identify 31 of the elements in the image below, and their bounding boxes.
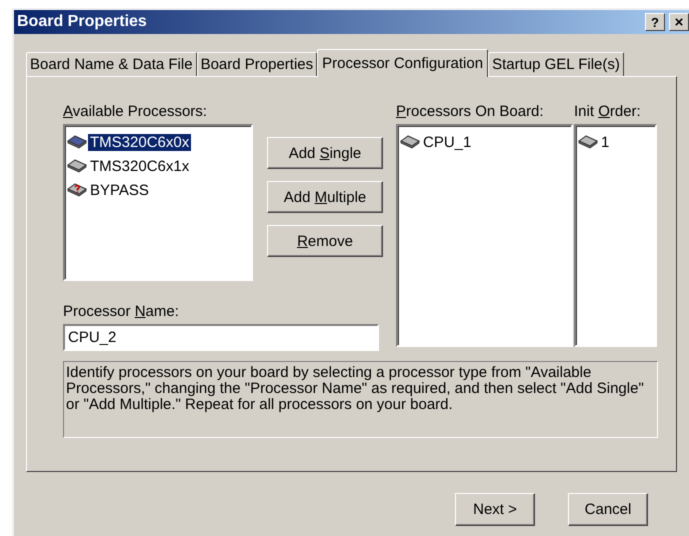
list-item[interactable]: 1 (599, 134, 612, 150)
chip-icon (400, 135, 420, 149)
close-button[interactable]: × (669, 13, 689, 31)
list-label: Init Order: (574, 103, 642, 122)
tab[interactable]: Startup GEL File(s) (488, 52, 624, 76)
tab[interactable]: Board Properties (196, 52, 318, 76)
window-title: Board Properties (17, 13, 147, 31)
tab[interactable]: Processor Configuration (317, 49, 488, 77)
list-label: Available Processors: (63, 103, 208, 122)
list-box[interactable]: TMS320C6x0x TMS320C6x1x BYPASS (63, 124, 253, 281)
dialog-button[interactable]: Next > (455, 493, 535, 526)
chip-icon (67, 159, 87, 173)
help-button[interactable]: ? (645, 13, 665, 31)
chip-question-icon (67, 183, 87, 197)
action-button[interactable]: Remove (267, 225, 383, 257)
list-item[interactable]: BYPASS (88, 182, 151, 198)
action-button[interactable]: Add Single (267, 137, 383, 169)
list-box[interactable]: 1 (574, 124, 657, 347)
dialog-button[interactable]: Cancel (568, 493, 648, 526)
description-text: Identify processors on your board by selecting a processor type from "Available Processors," changing the "Processor Name" as required, and then select "Add Single" or "Add Multiple." Repeat for all processors on your board. (63, 361, 658, 438)
input-field[interactable]: CPU_2 (63, 324, 379, 351)
list-item[interactable]: TMS320C6x0x (88, 134, 192, 150)
list-box[interactable]: CPU_1 (396, 124, 573, 347)
tab[interactable]: Board Name & Data File (26, 52, 197, 76)
chip-icon (67, 135, 87, 149)
field-label: Processor Name: (63, 303, 180, 322)
action-button[interactable]: Add Multiple (267, 181, 383, 213)
list-label: Processors On Board: (396, 103, 545, 122)
list-item[interactable]: TMS320C6x1x (88, 158, 192, 174)
list-item[interactable]: CPU_1 (421, 134, 474, 150)
chip-icon (578, 135, 598, 149)
